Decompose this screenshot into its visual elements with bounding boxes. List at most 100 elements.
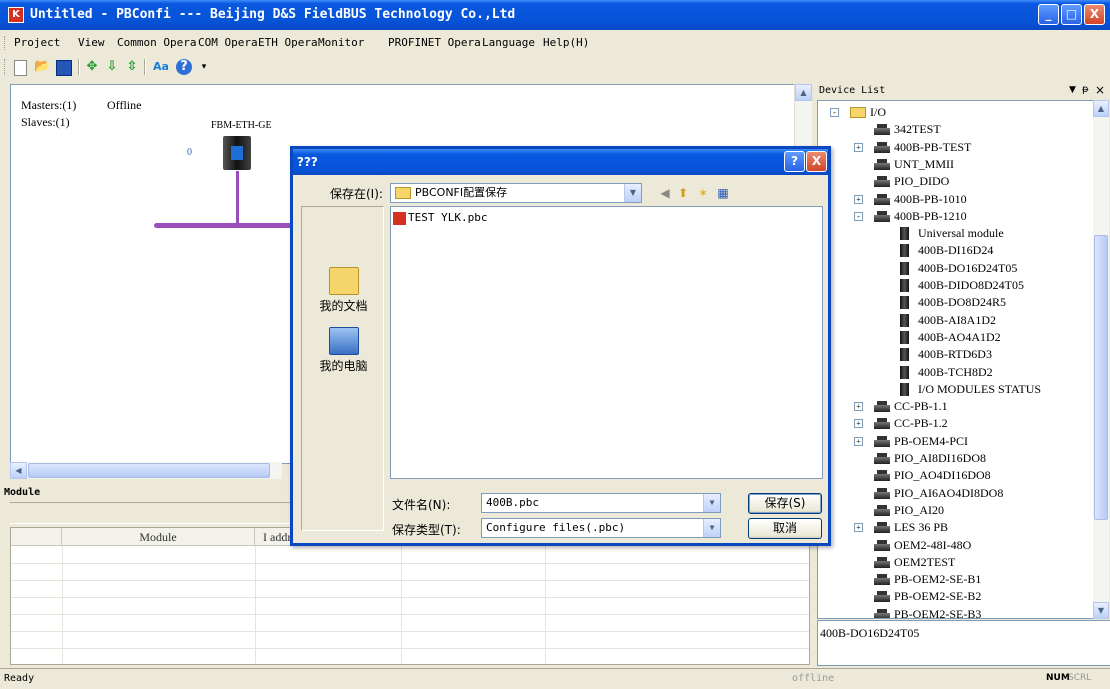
- save-in-dropdown[interactable]: PBCONFI配置保存 ▼: [390, 183, 642, 203]
- module-column-header[interactable]: [11, 528, 62, 546]
- device-tree-scrollbar[interactable]: ▲ ▼: [1093, 100, 1109, 619]
- filetype-label: 保存类型(T):: [392, 523, 461, 537]
- open-icon[interactable]: 📂: [34, 59, 50, 75]
- minimize-button[interactable]: _: [1038, 4, 1059, 25]
- dialog-help-button[interactable]: ?: [784, 151, 805, 172]
- collapse-icon[interactable]: -: [830, 108, 839, 117]
- expand-icon[interactable]: +: [854, 402, 863, 412]
- status-bar: Ready offline NUM SCRL: [0, 668, 1110, 689]
- dropdown-icon[interactable]: ▼: [1069, 85, 1076, 95]
- scroll-up-arrow[interactable]: ▲: [1093, 100, 1109, 117]
- toolbar-separator: [144, 59, 146, 75]
- toolbar: 📂 ✥ ⇩ ⇳ Aa ? ▾: [0, 56, 240, 78]
- device-icon: [874, 418, 890, 430]
- filename-input[interactable]: 400B.pbc ▼: [481, 493, 721, 513]
- close-button[interactable]: X: [1084, 4, 1105, 25]
- device-tree[interactable]: - I/O 342TEST +400B-PB-TEST UNT_MMII PIO_DIDO…: [817, 100, 1095, 619]
- scroll-up-arrow[interactable]: ▲: [795, 84, 812, 101]
- tree-item-label: OEM2TEST: [894, 554, 956, 569]
- device-list-header: Device List ▼ ᵽ ×: [817, 83, 1109, 100]
- toolbar-overflow-icon[interactable]: ▾: [196, 59, 212, 75]
- place-my-computer[interactable]: 我的电脑: [302, 327, 385, 374]
- scroll-left-arrow[interactable]: ◀: [10, 462, 27, 479]
- device-icon: [874, 210, 890, 222]
- menu-monitor[interactable]: Monitor: [318, 36, 364, 49]
- scroll-thumb[interactable]: [28, 463, 270, 478]
- menu-common-opera[interactable]: Common Opera: [117, 36, 196, 49]
- filetype-dropdown[interactable]: Configure files(.pbc) ▼: [481, 518, 721, 538]
- up-folder-icon[interactable]: ⬆: [675, 185, 691, 201]
- device-icon: [874, 522, 890, 534]
- expand-icon[interactable]: +: [854, 419, 863, 429]
- module-table[interactable]: Module I addr: [10, 527, 810, 665]
- scroll-thumb[interactable]: [1094, 235, 1108, 520]
- slaves-count: Slaves:(1): [21, 115, 70, 129]
- menu-profinet-opera[interactable]: PROFINET Opera: [388, 36, 481, 49]
- new-icon[interactable]: [14, 60, 27, 76]
- column-divider: [545, 546, 546, 664]
- expand-icon[interactable]: +: [854, 142, 863, 152]
- help-icon[interactable]: ?: [176, 59, 192, 75]
- tree-item-label: 400B-AO4A1D2: [918, 329, 1001, 344]
- chevron-down-icon[interactable]: ▼: [703, 494, 720, 512]
- panel-close-icon[interactable]: ×: [1095, 83, 1105, 97]
- expand-icon[interactable]: +: [854, 523, 863, 533]
- device-list-title: Device List: [819, 85, 886, 96]
- table-row[interactable]: [11, 563, 809, 581]
- menu-com-opera[interactable]: COM Opera: [198, 36, 258, 49]
- save-button[interactable]: 保存(S): [748, 493, 822, 514]
- expand-icon[interactable]: +: [854, 436, 863, 446]
- connection-status: Offline: [107, 98, 142, 112]
- scroll-down-arrow[interactable]: ▼: [1093, 602, 1109, 619]
- save-in-value: PBCONFI配置保存: [415, 186, 508, 199]
- tree-item-label: PIO_DIDO: [894, 174, 950, 189]
- master-device-icon[interactable]: [223, 136, 251, 170]
- tree-item-label: PB-OEM2-SE-B2: [894, 589, 982, 604]
- title-bar: K Untitled - PBConfi --- Beijing D&S Fie…: [0, 0, 1110, 30]
- table-row[interactable]: [11, 614, 809, 632]
- menu-view[interactable]: View: [78, 36, 105, 49]
- save-icon[interactable]: [56, 60, 72, 76]
- module-column-header[interactable]: Module: [62, 528, 255, 546]
- expand-icon[interactable]: +: [854, 194, 863, 204]
- add-icon[interactable]: ✥: [84, 59, 100, 75]
- toolbar-grip: [4, 59, 8, 75]
- chevron-down-icon[interactable]: ▼: [624, 184, 641, 202]
- menu-project[interactable]: Project: [14, 36, 60, 49]
- device-icon: [874, 487, 890, 499]
- dialog-title-bar: ??? ? X: [293, 149, 828, 175]
- cancel-button[interactable]: 取消: [748, 518, 822, 539]
- tree-item-label: 400B-DO8D24R5: [918, 295, 1007, 310]
- module-icon: [900, 330, 909, 344]
- device-info-box: 400B-DO16D24T05: [817, 620, 1110, 666]
- table-row[interactable]: [11, 580, 809, 598]
- master-device-label: FBM-ETH-GE: [211, 120, 272, 131]
- folder-icon: [395, 187, 411, 199]
- table-row[interactable]: [11, 597, 809, 615]
- collapse-icon[interactable]: -: [854, 211, 863, 221]
- menu-language[interactable]: Language: [482, 36, 535, 49]
- font-icon[interactable]: Aa: [150, 59, 172, 75]
- device-icon: [874, 158, 890, 170]
- canvas-horizontal-scrollbar[interactable]: ◀: [10, 462, 282, 479]
- folder-icon: [850, 107, 866, 118]
- table-row[interactable]: [11, 546, 809, 564]
- maximize-button[interactable]: □: [1061, 4, 1082, 25]
- file-list[interactable]: TEST YLK.pbc: [390, 206, 823, 479]
- chevron-down-icon[interactable]: ▼: [703, 519, 720, 537]
- device-icon: [874, 556, 890, 568]
- new-folder-icon[interactable]: ✶: [695, 185, 711, 201]
- module-icon: [900, 348, 909, 362]
- move-updown-icon[interactable]: ⇳: [124, 59, 140, 75]
- file-item[interactable]: TEST YLK.pbc: [393, 211, 487, 225]
- device-icon: [874, 435, 890, 447]
- back-icon[interactable]: ◀: [657, 185, 673, 201]
- dialog-close-button[interactable]: X: [806, 151, 827, 172]
- place-my-documents[interactable]: 我的文档: [302, 267, 385, 314]
- menu-help[interactable]: Help(H): [543, 36, 589, 49]
- move-down-icon[interactable]: ⇩: [104, 59, 120, 75]
- table-row[interactable]: [11, 631, 809, 649]
- menu-eth-opera[interactable]: ETH Opera: [258, 36, 318, 49]
- pin-icon[interactable]: ᵽ: [1082, 84, 1089, 95]
- view-menu-icon[interactable]: ▦: [715, 185, 731, 201]
